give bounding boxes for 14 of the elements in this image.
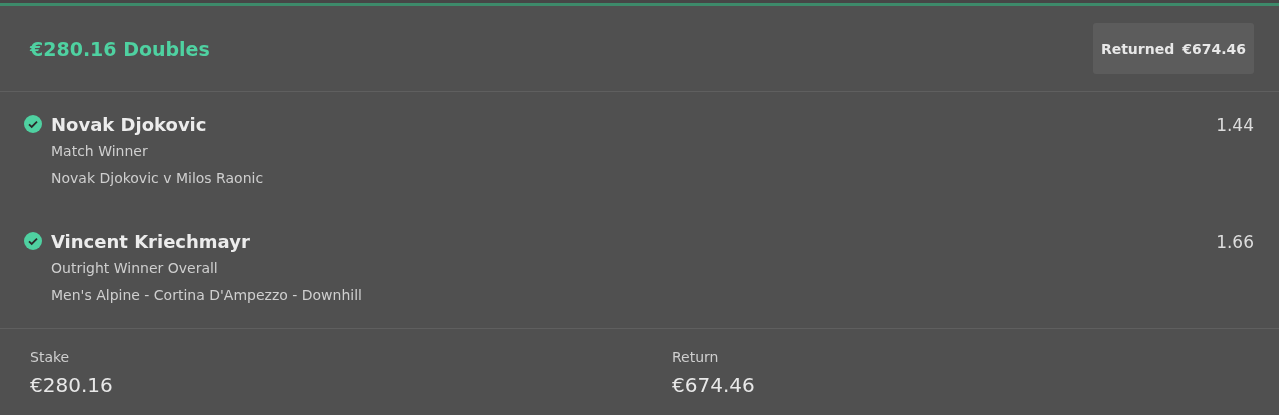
odds: 1.44 bbox=[1216, 114, 1254, 137]
event-name: Novak Djokovic v Milos Raonic bbox=[51, 169, 264, 188]
market-name: Outright Winner Overall bbox=[51, 259, 218, 278]
selection-name: Vincent Kriechmayr bbox=[51, 230, 250, 254]
event-name: Men's Alpine - Cortina D'Ampezzo - Downhill bbox=[51, 286, 362, 305]
returned-badge: Returned €674.46 bbox=[1092, 23, 1254, 74]
summary-label: Return bbox=[672, 348, 719, 367]
bet-title: €280.16 Doubles bbox=[30, 37, 210, 60]
summary-label: Stake bbox=[30, 348, 70, 367]
odds: 1.66 bbox=[1216, 231, 1254, 254]
selection-name: Novak Djokovic bbox=[51, 113, 207, 137]
summary-value: €280.16 bbox=[30, 372, 113, 399]
market-name: Match Winner bbox=[51, 142, 148, 161]
summary-value: €674.46 bbox=[672, 372, 755, 399]
